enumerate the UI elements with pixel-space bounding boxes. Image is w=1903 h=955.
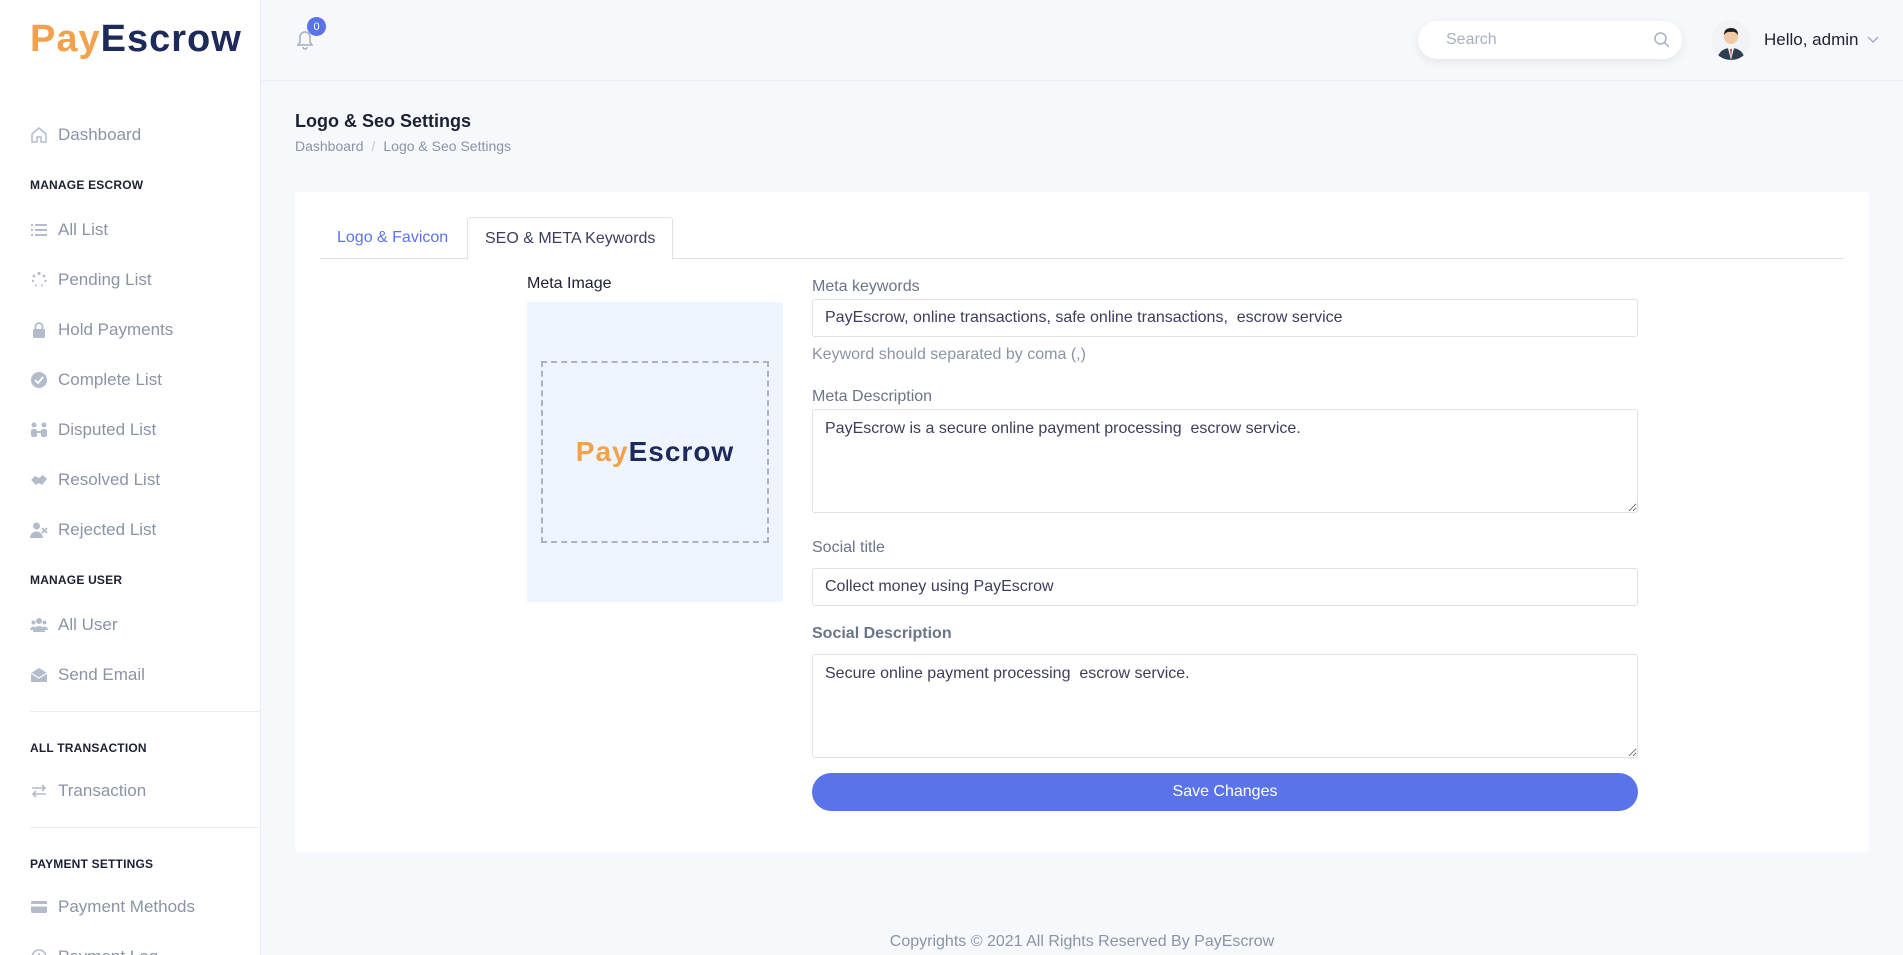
breadcrumb-dashboard[interactable]: Dashboard bbox=[295, 138, 364, 154]
preview-logo-pay: Pay bbox=[575, 436, 629, 467]
meta-image-preview: Pay Escrow bbox=[541, 361, 769, 543]
envelope-open-icon bbox=[30, 666, 48, 684]
brand-logo-pay: Pay bbox=[30, 18, 101, 60]
sidebar-item-label: Resolved List bbox=[58, 470, 161, 489]
page-title: Logo & Seo Settings bbox=[295, 111, 472, 131]
credit-card-icon bbox=[30, 898, 48, 916]
save-changes-button[interactable]: Save Changes bbox=[812, 773, 1638, 811]
breadcrumb-current: Logo & Seo Settings bbox=[383, 138, 512, 154]
breadcrumb-separator: / bbox=[371, 138, 376, 154]
brand-logo-escrow: Escrow bbox=[100, 18, 242, 60]
sidebar-item-label: Disputed List bbox=[58, 420, 157, 439]
sidebar-item-transaction[interactable]: Transaction bbox=[30, 776, 146, 806]
meta-keywords-input[interactable] bbox=[812, 299, 1638, 337]
tab-logo-favicon[interactable]: Logo & Favicon bbox=[320, 217, 465, 259]
user-times-icon bbox=[30, 521, 48, 539]
sidebar-item-hold-payments[interactable]: Hold Payments bbox=[30, 315, 173, 345]
social-title-label: Social title bbox=[812, 539, 885, 556]
sidebar-item-send-email[interactable]: Send Email bbox=[30, 660, 145, 690]
sidebar-item-label: Complete List bbox=[58, 370, 162, 389]
sidebar-divider bbox=[30, 711, 260, 712]
avatar[interactable] bbox=[1711, 20, 1751, 60]
sidebar-item-label: Send Email bbox=[58, 665, 145, 684]
sidebar-item-dashboard[interactable]: Dashboard bbox=[30, 120, 141, 150]
search-box bbox=[1418, 21, 1682, 59]
exchange-icon bbox=[30, 782, 48, 800]
search-input[interactable] bbox=[1446, 31, 1653, 49]
notification-count-badge: 0 bbox=[307, 17, 326, 36]
section-payment-settings: PAYMENT SETTINGS bbox=[30, 857, 154, 871]
social-description-textarea[interactable]: Secure online payment processing escrow … bbox=[812, 654, 1638, 758]
sidebar-item-payment-methods[interactable]: Payment Methods bbox=[30, 892, 195, 922]
sidebar-item-label: Payment Log bbox=[58, 947, 158, 955]
sidebar-item-all-user[interactable]: All User bbox=[30, 610, 118, 640]
preview-logo-escrow: Escrow bbox=[628, 436, 735, 467]
history-icon bbox=[30, 948, 48, 955]
meta-description-textarea[interactable]: PayEscrow is a secure online payment pro… bbox=[812, 409, 1638, 513]
section-all-transaction: ALL TRANSACTION bbox=[30, 741, 147, 755]
brand-logo[interactable]: PayEscrow bbox=[30, 18, 242, 61]
settings-tabs: Logo & Favicon SEO & META Keywords bbox=[320, 217, 1844, 260]
sidebar-item-complete-list[interactable]: Complete List bbox=[30, 365, 162, 395]
users-icon bbox=[30, 616, 48, 634]
meta-image-label: Meta Image bbox=[527, 275, 612, 292]
lock-icon bbox=[30, 321, 48, 339]
sidebar-item-label: Payment Methods bbox=[58, 897, 196, 916]
breadcrumb: Dashboard / Logo & Seo Settings bbox=[295, 138, 511, 154]
sidebar-item-pending-list[interactable]: Pending List bbox=[30, 265, 152, 295]
check-circle-icon bbox=[30, 371, 48, 389]
social-title-input[interactable] bbox=[812, 568, 1638, 606]
handshake-icon bbox=[30, 471, 48, 489]
users-conflict-icon bbox=[30, 421, 48, 439]
section-manage-escrow: MANAGE ESCROW bbox=[30, 178, 144, 192]
search-icon[interactable] bbox=[1653, 31, 1671, 49]
social-description-label: Social Description bbox=[812, 625, 952, 642]
sidebar-item-label: All User bbox=[58, 615, 118, 634]
sidebar-item-label: Hold Payments bbox=[58, 320, 174, 339]
sidebar-item-label: All List bbox=[58, 220, 109, 239]
tab-seo-meta-keywords[interactable]: SEO & META Keywords bbox=[467, 217, 674, 260]
sidebar-item-disputed-list[interactable]: Disputed List bbox=[30, 415, 156, 445]
meta-keywords-label: Meta keywords bbox=[812, 278, 920, 295]
sidebar-item-label: Pending List bbox=[58, 270, 152, 289]
sidebar-item-payment-log[interactable]: Payment Log bbox=[30, 942, 158, 955]
user-greeting: Hello, admin bbox=[1764, 30, 1859, 49]
meta-keywords-hint: Keyword should separated by coma (,) bbox=[812, 346, 1086, 363]
meta-description-label: Meta Description bbox=[812, 388, 933, 405]
sidebar: PayEscrow Dashboard MANAGE ESCROW All Li… bbox=[0, 0, 261, 955]
section-manage-user: MANAGE USER bbox=[30, 573, 123, 587]
user-menu-toggle[interactable]: Hello, admin bbox=[1764, 30, 1879, 50]
sidebar-item-resolved-list[interactable]: Resolved List bbox=[30, 465, 160, 495]
sidebar-item-all-list[interactable]: All List bbox=[30, 215, 108, 245]
sidebar-item-label: Transaction bbox=[58, 781, 147, 800]
meta-image-upload[interactable]: Pay Escrow bbox=[527, 302, 783, 602]
sidebar-item-label: Dashboard bbox=[58, 125, 142, 144]
list-icon bbox=[30, 221, 48, 239]
sidebar-divider bbox=[30, 827, 260, 828]
chevron-down-icon bbox=[1867, 33, 1879, 47]
settings-card: Logo & Favicon SEO & META Keywords Meta … bbox=[295, 192, 1869, 852]
topbar: 0 Hello, admin bbox=[261, 0, 1903, 81]
sidebar-item-rejected-list[interactable]: Rejected List bbox=[30, 515, 156, 545]
spinner-icon bbox=[30, 271, 48, 289]
sidebar-item-label: Rejected List bbox=[58, 520, 157, 539]
home-icon bbox=[30, 126, 48, 144]
footer-copyright: Copyrights © 2021 All Rights Reserved By… bbox=[889, 933, 1275, 950]
